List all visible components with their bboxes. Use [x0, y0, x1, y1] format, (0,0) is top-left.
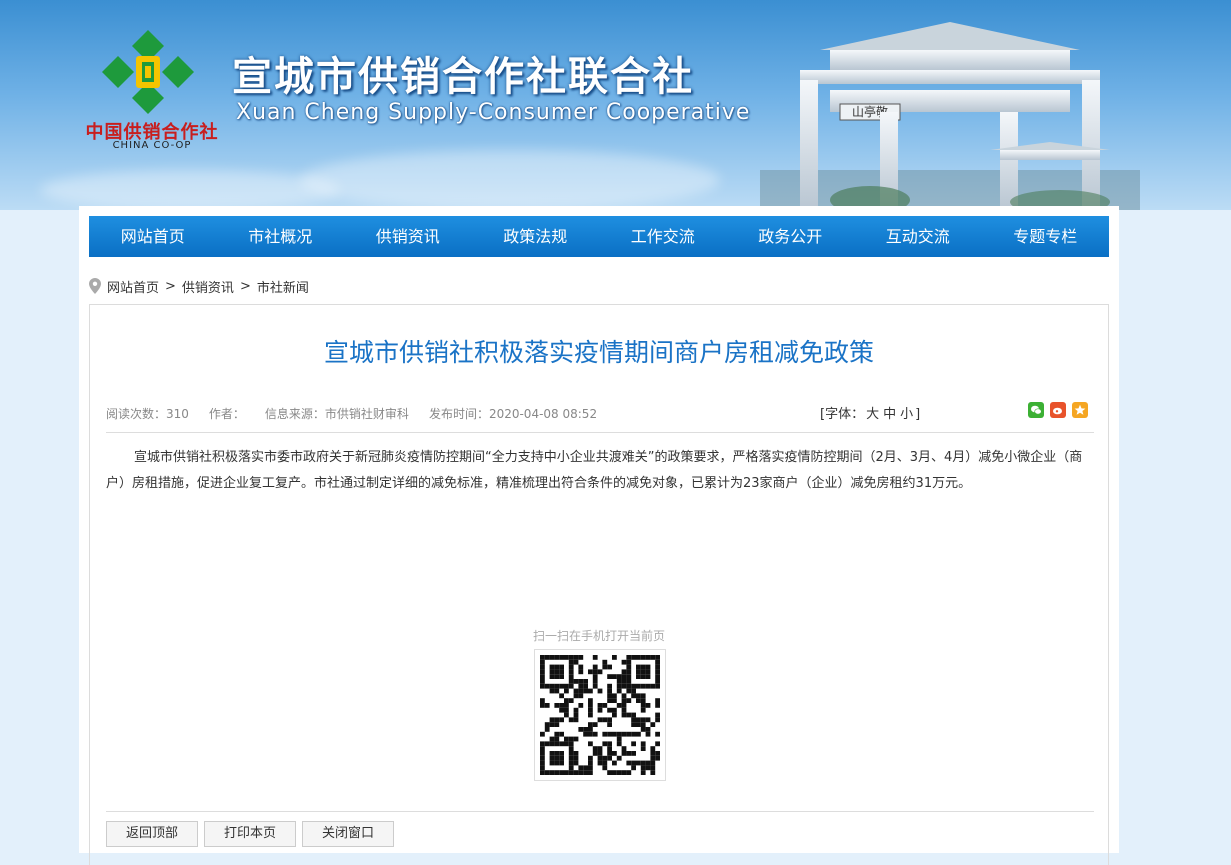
breadcrumb-separator: > [165, 278, 176, 294]
breadcrumb-home[interactable]: 网站首页 [107, 277, 159, 296]
china-coop-emblem-icon [102, 30, 194, 114]
font-size-large[interactable]: 大 [866, 407, 879, 422]
logo-english-text: CHINA CO-OP [112, 140, 192, 151]
qzone-icon[interactable] [1072, 402, 1088, 418]
banner-cloud [40, 170, 340, 210]
main-container: 网站首页 市社概况 供销资讯 政策法规 工作交流 政务公开 互动交流 专题专栏 … [79, 206, 1119, 865]
meta-divider [106, 432, 1094, 433]
weibo-icon[interactable] [1050, 402, 1066, 418]
meta-views: 阅读次数：310 [106, 407, 189, 421]
share-buttons [1028, 402, 1088, 418]
nav-item-news[interactable]: 供销资讯 [344, 216, 472, 257]
site-title: 宣城市供销合作社联合社 [232, 54, 694, 100]
article-actions: 返回顶部 打印本页 关闭窗口 [106, 821, 394, 847]
font-size-small[interactable]: 小 [900, 407, 913, 422]
font-size-switcher: [字体：大中小] [820, 403, 920, 422]
nav-item-overview[interactable]: 市社概况 [217, 216, 345, 257]
qr-code [534, 649, 666, 781]
nav-item-work-exchange[interactable]: 工作交流 [599, 216, 727, 257]
breadcrumb-separator: > [239, 278, 251, 294]
wechat-icon[interactable] [1028, 402, 1044, 418]
header-banner: 中国供销合作社 CHINA CO-OP 宣城市供销合作社联合社 Xuan Che… [0, 0, 1231, 210]
breadcrumb: 网站首页 > 供销资讯 > 市社新闻 [89, 276, 309, 296]
main-nav: 网站首页 市社概况 供销资讯 政策法规 工作交流 政务公开 互动交流 专题专栏 [89, 216, 1109, 257]
breadcrumb-city-news[interactable]: 市社新闻 [257, 277, 309, 296]
location-pin-icon [89, 278, 101, 294]
site-logo[interactable]: 中国供销合作社 CHINA CO-OP [82, 26, 222, 156]
meta-published: 发布时间：2020-04-08 08:52 [428, 407, 598, 421]
nav-item-interaction[interactable]: 互动交流 [854, 216, 982, 257]
meta-source: 信息来源：市供销社财审科 [264, 407, 409, 421]
article-body: 宣城市供销社积极落实市委市政府关于新冠肺炎疫情防控期间“全力支持中小企业共渡难关… [106, 450, 1083, 491]
meta-author: 作者： [208, 407, 245, 421]
memorial-archway-image: 山亭敬 [760, 22, 1140, 210]
font-size-suffix: ] [915, 407, 921, 422]
font-size-prefix: [字体： [820, 407, 865, 422]
banner-cloud [300, 150, 720, 210]
nav-item-gov-affairs[interactable]: 政务公开 [727, 216, 855, 257]
font-size-medium[interactable]: 中 [883, 407, 896, 422]
nav-item-policy[interactable]: 政策法规 [472, 216, 600, 257]
article-meta: 阅读次数：310 作者： 信息来源：市供销社财审科 发布时间：2020-04-0… [106, 405, 617, 422]
close-window-button[interactable]: 关闭窗口 [302, 821, 394, 847]
back-to-top-button[interactable]: 返回顶部 [106, 821, 198, 847]
nav-item-special-topics[interactable]: 专题专栏 [982, 216, 1110, 257]
article-title: 宣城市供销社积极落实疫情期间商户房租减免政策 [323, 338, 874, 367]
site-subtitle: Xuan Cheng Supply-Consumer Cooperative [236, 100, 751, 125]
article-panel: 宣城市供销社积极落实疫情期间商户房租减免政策 阅读次数：310 作者： 信息来源… [89, 304, 1109, 865]
print-page-button[interactable]: 打印本页 [204, 821, 296, 847]
nav-item-home[interactable]: 网站首页 [89, 216, 217, 257]
qr-label: 扫一扫在手机打开当前页 [532, 629, 665, 643]
breadcrumb-news[interactable]: 供销资讯 [182, 277, 234, 296]
footer-divider [106, 811, 1094, 812]
